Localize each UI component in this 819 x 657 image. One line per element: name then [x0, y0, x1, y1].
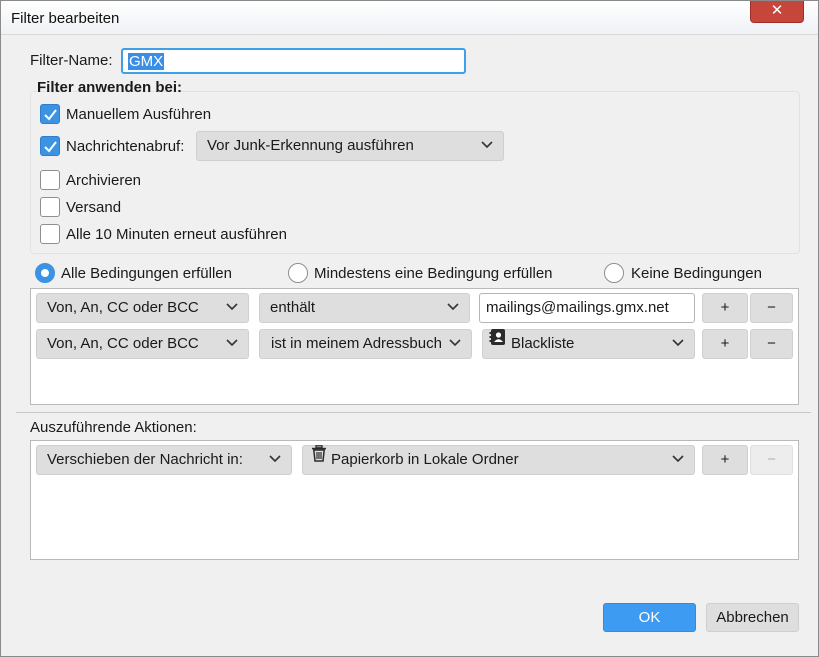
action-type-value: Verschieben der Nachricht in: [47, 451, 243, 468]
chevron-down-icon [449, 339, 461, 347]
checkbox-fetch[interactable] [40, 136, 60, 156]
chevron-down-icon [672, 339, 684, 347]
chevron-down-icon [481, 141, 493, 149]
checkbox-send[interactable] [40, 197, 60, 217]
window-title: Filter bearbeiten [11, 10, 120, 27]
fetch-timing-value: Vor Junk-Erkennung ausführen [207, 137, 414, 154]
checkmark-icon [44, 109, 57, 121]
checkbox-archive[interactable] [40, 170, 60, 190]
close-button[interactable]: ✕ [750, 1, 804, 23]
condition-operator-dropdown[interactable]: enthält [259, 293, 470, 323]
checkmark-icon [44, 141, 57, 153]
section-divider [16, 412, 811, 413]
radio-match-any[interactable] [288, 263, 308, 283]
fetch-timing-dropdown[interactable]: Vor Junk-Erkennung ausführen [196, 131, 504, 161]
condition-field-value: Von, An, CC oder BCC [47, 335, 199, 352]
action-target-dropdown[interactable]: Papierkorb in Lokale Ordner [302, 445, 695, 475]
condition-field-value: Von, An, CC oder BCC [47, 299, 199, 316]
cancel-button[interactable]: Abbrechen [706, 603, 799, 632]
ok-button[interactable]: OK [603, 603, 696, 632]
fetch-label: Nachrichtenabruf: [66, 138, 185, 155]
chevron-down-icon [447, 303, 459, 311]
filter-name-value: GMX [128, 53, 165, 70]
radio-match-all[interactable] [35, 263, 55, 283]
add-condition-button[interactable]: + [702, 293, 748, 323]
manual-run-label: Manuellem Ausführen [66, 106, 212, 123]
condition-value-input[interactable]: mailings@mailings.gmx.net [479, 293, 695, 323]
address-book-icon [489, 328, 507, 356]
match-none-label: Keine Bedingungen [631, 265, 762, 282]
condition-field-dropdown[interactable]: Von, An, CC oder BCC [36, 329, 249, 359]
filter-name-label: Filter-Name: [30, 52, 113, 69]
apply-section-legend: Filter anwenden bei: [37, 79, 183, 96]
checkbox-manual-run[interactable] [40, 104, 60, 124]
periodic-label: Alle 10 Minuten erneut ausführen [66, 226, 287, 243]
chevron-down-icon [269, 455, 281, 463]
checkbox-periodic[interactable] [40, 224, 60, 244]
add-condition-button[interactable]: + [702, 329, 748, 359]
radio-match-none[interactable] [604, 263, 624, 283]
condition-operator-value: ist in meinem Adressbuch [271, 335, 442, 352]
address-book-dropdown[interactable]: Blackliste [482, 329, 695, 359]
chevron-down-icon [226, 303, 238, 311]
chevron-down-icon [672, 455, 684, 463]
condition-field-dropdown[interactable]: Von, An, CC oder BCC [36, 293, 249, 323]
match-all-label: Alle Bedingungen erfüllen [61, 265, 232, 282]
action-target-value: Papierkorb in Lokale Ordner [331, 451, 519, 468]
condition-operator-dropdown[interactable]: ist in meinem Adressbuch [259, 329, 472, 359]
condition-value-text: mailings@mailings.gmx.net [486, 299, 669, 316]
send-label: Versand [66, 199, 122, 216]
remove-condition-button[interactable]: − [750, 293, 793, 323]
filter-dialog: Filter bearbeiten ✕ Filter-Name: GMX Fil… [0, 0, 819, 657]
remove-condition-button[interactable]: − [750, 329, 793, 359]
condition-operator-value: enthält [270, 299, 316, 316]
title-bar: Filter bearbeiten ✕ [1, 1, 818, 35]
archive-label: Archivieren [66, 172, 142, 189]
remove-action-button[interactable]: − [750, 445, 793, 475]
chevron-down-icon [226, 339, 238, 347]
trash-icon [311, 444, 327, 472]
actions-label: Auszuführende Aktionen: [30, 419, 197, 436]
filter-name-input[interactable]: GMX [121, 48, 466, 74]
match-any-label: Mindestens eine Bedingung erfüllen [314, 265, 553, 282]
address-book-value: Blackliste [511, 335, 575, 352]
action-type-dropdown[interactable]: Verschieben der Nachricht in: [36, 445, 292, 475]
add-action-button[interactable]: + [702, 445, 748, 475]
